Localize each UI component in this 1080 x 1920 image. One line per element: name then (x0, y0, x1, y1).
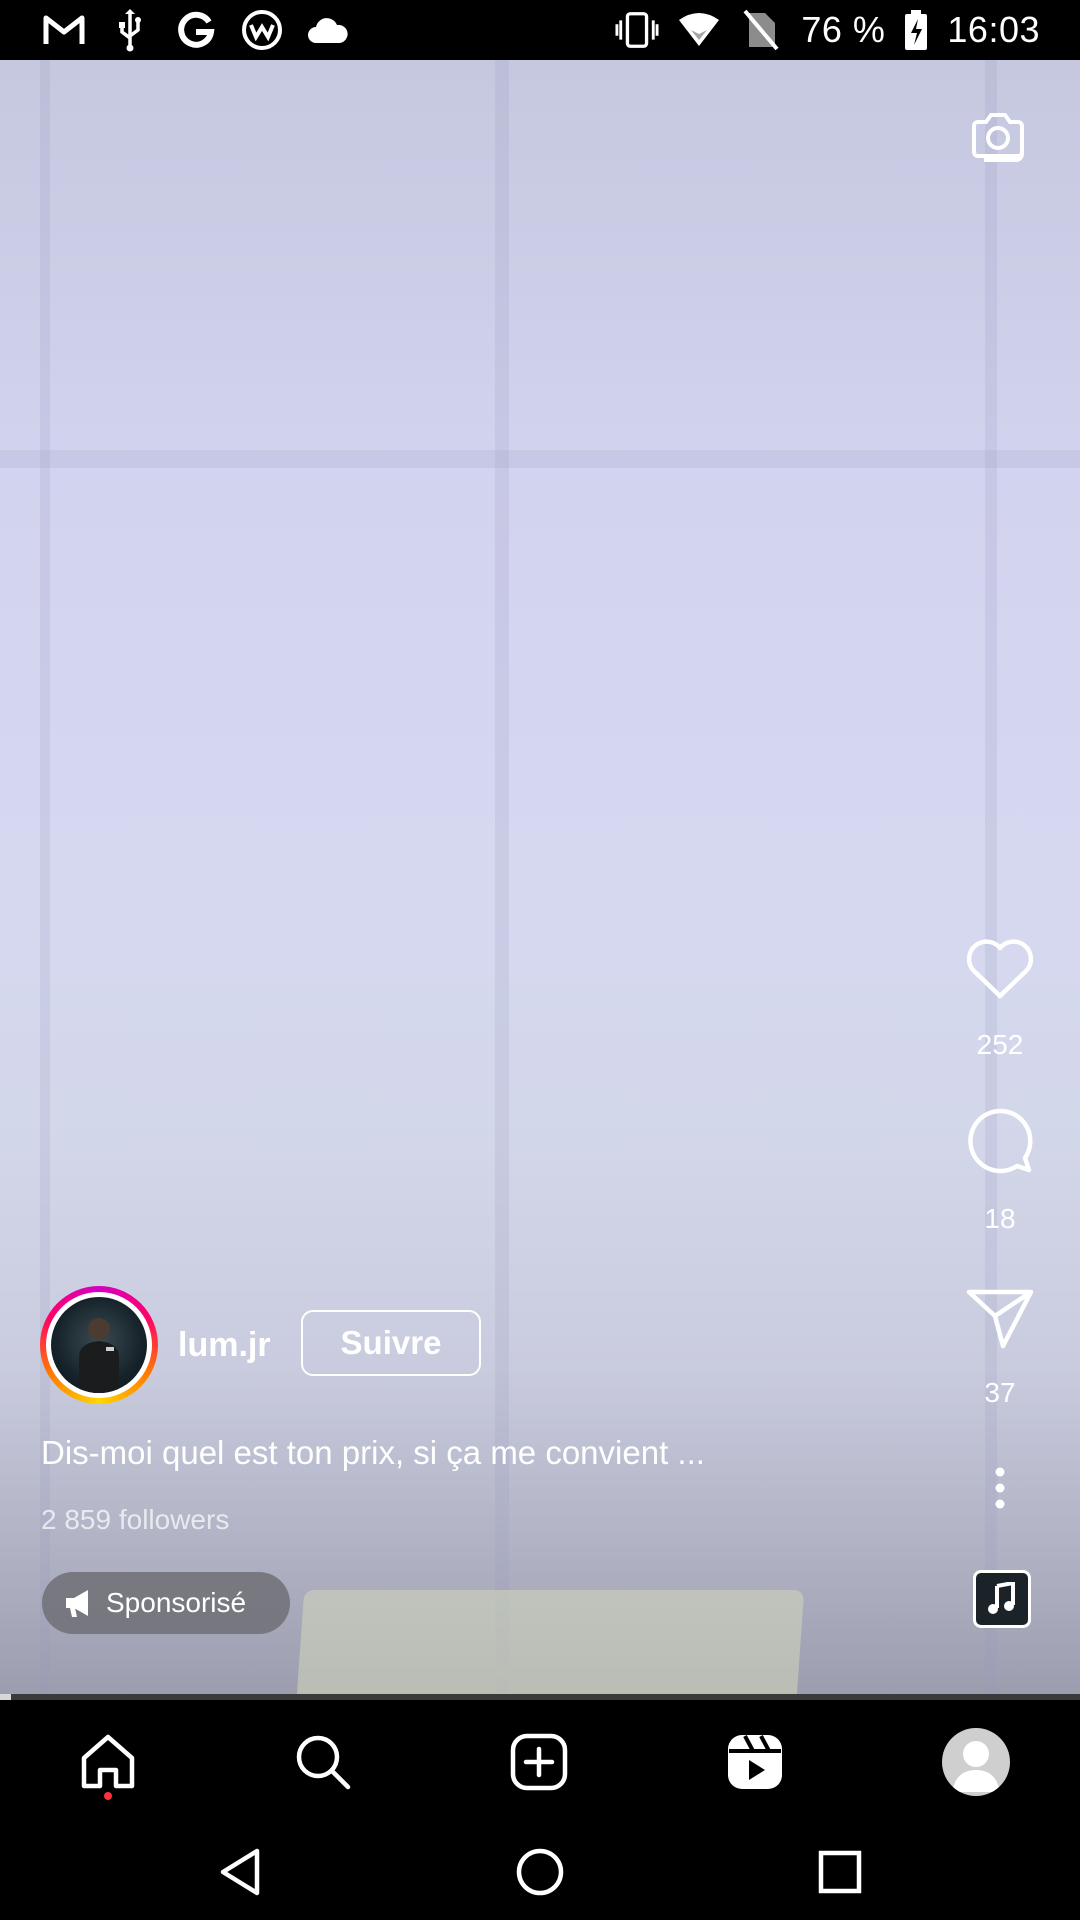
heart-icon (966, 939, 1034, 999)
send-icon (966, 1289, 1034, 1349)
camera-button[interactable] (966, 104, 1030, 168)
audio-thumbnail-button[interactable] (973, 1570, 1031, 1628)
reel-caption[interactable]: Dis-moi quel est ton prix, si ça me conv… (41, 1434, 705, 1472)
reels-icon (728, 1735, 782, 1789)
share-count: 37 (984, 1377, 1016, 1408)
back-icon (220, 1848, 260, 1896)
more-options-button[interactable] (960, 1448, 1040, 1528)
search-icon (296, 1735, 351, 1790)
status-bar: 76 % 16:03 (0, 0, 1080, 60)
no-sim-icon (739, 8, 783, 52)
background-object (295, 1590, 805, 1694)
sponsored-label: Sponsorisé (106, 1587, 247, 1618)
music-note-icon (988, 1582, 1015, 1614)
vibrate-icon (615, 8, 659, 52)
notification-dot (104, 1792, 112, 1800)
gmail-icon (42, 8, 86, 52)
system-navigation-bar (0, 1820, 1080, 1920)
comment-icon (968, 1108, 1033, 1174)
camera-icon (972, 113, 1024, 162)
more-vertical-icon (995, 1467, 1005, 1509)
author-avatar[interactable] (40, 1286, 158, 1404)
background-line (0, 450, 1080, 468)
follow-button[interactable]: Suivre (301, 1310, 481, 1376)
sponsored-badge[interactable]: Sponsorisé (42, 1572, 290, 1634)
bottom-navigation (0, 1700, 1080, 1820)
recents-button[interactable] (812, 1844, 868, 1900)
battery-percent: 76 % (801, 9, 886, 50)
author-username[interactable]: lum.jr (178, 1326, 271, 1365)
cloud-icon (306, 8, 350, 52)
avatar-image (51, 1297, 147, 1393)
like-count: 252 (976, 1029, 1024, 1060)
nav-search[interactable] (285, 1724, 361, 1800)
follower-count: 2 859 followers (41, 1504, 230, 1535)
share-button[interactable] (960, 1278, 1040, 1358)
megaphone-icon (66, 1590, 88, 1617)
home-system-button[interactable] (512, 1844, 568, 1900)
profile-avatar (942, 1728, 1010, 1796)
nav-profile[interactable] (938, 1724, 1014, 1800)
battery-charging-icon (903, 8, 929, 52)
wifi-icon (677, 8, 721, 52)
nav-reels[interactable] (717, 1724, 793, 1800)
home-circle-icon (516, 1848, 564, 1896)
recents-icon (818, 1850, 862, 1894)
google-icon (174, 8, 218, 52)
nav-create[interactable] (501, 1724, 577, 1800)
like-button[interactable] (960, 928, 1040, 1008)
create-icon (510, 1733, 568, 1791)
vpn-icon (240, 8, 284, 52)
clock: 16:03 (947, 9, 1040, 50)
comment-button[interactable] (960, 1102, 1040, 1182)
back-button[interactable] (212, 1844, 268, 1900)
home-icon (81, 1734, 135, 1789)
comment-count: 18 (984, 1203, 1016, 1234)
nav-home[interactable] (70, 1724, 146, 1800)
usb-icon (108, 8, 152, 52)
